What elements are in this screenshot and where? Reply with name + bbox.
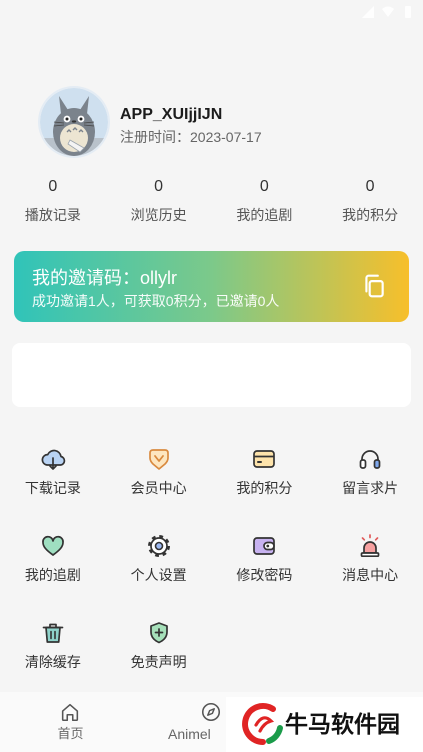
shield-plus-icon: [146, 620, 172, 646]
ad-banner-placeholder: [12, 343, 411, 407]
totoro-avatar: [40, 88, 108, 156]
stat-label: 播放记录: [24, 207, 81, 223]
menu-label: 下载记录: [24, 480, 81, 496]
watermark-logo-icon: [240, 701, 286, 747]
invite-card[interactable]: 我的邀请码：ollylr 成功邀请1人，可获取0积分，已邀请0人: [14, 251, 409, 322]
menu-label: 留言求片: [342, 480, 399, 496]
invite-summary: 成功邀请1人，可获取0积分，已邀请0人: [32, 293, 280, 309]
username: APP_XUIjjIJN: [120, 106, 223, 123]
headphones-icon: [357, 446, 383, 472]
status-icons: [361, 5, 415, 19]
watermark: 牛马软件园: [226, 697, 423, 752]
menu-item-following[interactable]: 我的追剧: [0, 527, 106, 614]
menu-item-downloads[interactable]: 下载记录: [0, 440, 106, 527]
wallet-icon: [251, 533, 277, 559]
menu-label: 我的积分: [236, 480, 293, 496]
stat-value: 0: [154, 178, 164, 195]
menu-item-settings[interactable]: 个人设置: [106, 527, 212, 614]
menu-item-membership[interactable]: 会员中心: [106, 440, 212, 527]
cloud-download-icon: [40, 446, 66, 472]
menu-item-requests[interactable]: 留言求片: [317, 440, 423, 527]
copy-icon[interactable]: [361, 273, 387, 299]
trash-icon: [40, 620, 66, 646]
compass-icon: [200, 701, 222, 723]
menu-label: 修改密码: [236, 567, 293, 583]
stat-label: 我的追剧: [236, 207, 293, 223]
vip-badge-icon: [146, 446, 172, 472]
menu-label: 个人设置: [130, 567, 187, 583]
stats-row: 0 播放记录 0 浏览历史 0 我的追剧 0 我的积分: [0, 176, 423, 225]
alarm-icon: [357, 533, 383, 559]
menu-grid: 下载记录 会员中心 我的积分 留言求片 我的追剧 个人设置 修改密码 消息中心 …: [0, 440, 423, 701]
menu-item-clear-cache[interactable]: 清除缓存: [0, 614, 106, 701]
stat-label: 我的积分: [342, 207, 399, 223]
stat-value: 0: [259, 178, 269, 195]
menu-label: 我的追剧: [24, 567, 81, 583]
watermark-text: 牛马软件园: [285, 711, 400, 737]
stat-value: 0: [48, 178, 58, 195]
wifi-icon: [381, 5, 395, 19]
menu-item-change-password[interactable]: 修改密码: [212, 527, 318, 614]
heart-icon: [40, 533, 66, 559]
stat-play-history[interactable]: 0 播放记录: [0, 176, 106, 225]
stat-following[interactable]: 0 我的追剧: [212, 176, 318, 225]
nav-label: Animel: [168, 726, 211, 742]
stat-value: 0: [365, 178, 375, 195]
battery-icon: [401, 5, 415, 19]
menu-label: 会员中心: [130, 480, 187, 496]
avatar[interactable]: [40, 88, 108, 156]
menu-label: 清除缓存: [24, 654, 81, 670]
signal-icon: [361, 5, 375, 19]
register-time: 注册时间：2023-07-17: [120, 129, 262, 145]
stat-browse-history[interactable]: 0 浏览历史: [106, 176, 212, 225]
stat-points[interactable]: 0 我的积分: [317, 176, 423, 225]
home-icon: [59, 701, 81, 723]
menu-item-disclaimer[interactable]: 免责声明: [106, 614, 212, 701]
stat-label: 浏览历史: [130, 207, 187, 223]
nav-item-home[interactable]: 首页: [0, 692, 141, 752]
invite-code-title: 我的邀请码：ollylr: [32, 268, 178, 288]
menu-label: 免责声明: [130, 654, 187, 670]
nav-label: 首页: [57, 726, 84, 741]
gear-icon: [146, 533, 172, 559]
menu-item-messages[interactable]: 消息中心: [317, 527, 423, 614]
status-bar: [0, 0, 423, 26]
points-card-icon: [251, 446, 277, 472]
menu-item-points[interactable]: 我的积分: [212, 440, 318, 527]
menu-label: 消息中心: [342, 567, 399, 583]
